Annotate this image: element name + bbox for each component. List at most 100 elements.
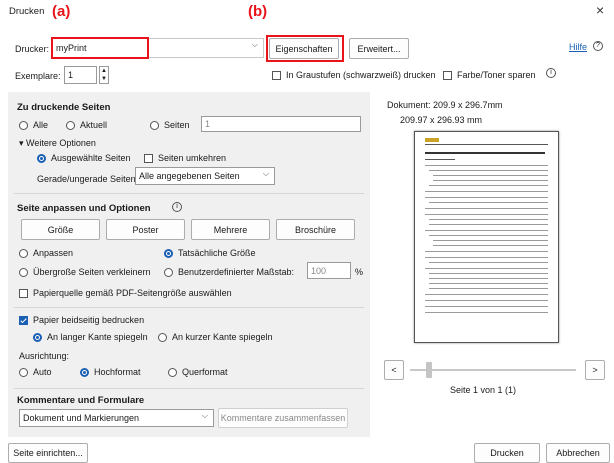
page-slider[interactable] <box>410 362 576 378</box>
pdf-paper-checkbox[interactable] <box>19 289 28 298</box>
preview-text-line <box>429 202 548 203</box>
preview-text-line <box>425 268 548 269</box>
advanced-button[interactable]: Erweitert... <box>349 38 409 59</box>
save-ink-label: Farbe/Toner sparen <box>457 70 536 80</box>
preview-text-line <box>429 278 548 279</box>
preview-text-line <box>429 235 548 236</box>
page-preview <box>414 131 559 343</box>
slider-track <box>410 369 576 371</box>
fit-label: Anpassen <box>33 248 74 258</box>
pages-current-radio[interactable] <box>66 121 75 130</box>
custom-scale-radio[interactable] <box>164 268 173 277</box>
duplex-checkbox[interactable] <box>19 316 28 325</box>
size-button[interactable]: Größe <box>21 219 100 240</box>
short-edge-radio[interactable] <box>158 333 167 342</box>
help-link[interactable]: Hilfe <box>569 42 587 52</box>
preview-text-line <box>425 294 548 295</box>
pages-range-value: 1 <box>205 119 211 129</box>
preview-text-line <box>429 185 548 186</box>
scale-unit: % <box>355 267 364 277</box>
next-page-button[interactable]: > <box>585 360 605 380</box>
selected-pages-radio[interactable] <box>37 154 46 163</box>
summarize-comments-button: Kommentare zusammenfassen <box>218 408 348 428</box>
copies-label: Exemplare: <box>15 71 61 81</box>
comments-select[interactable]: Dokument und Markierungen <box>19 409 214 427</box>
selected-pages-label: Ausgewählte Seiten <box>51 153 131 163</box>
orientation-portrait-radio[interactable] <box>80 368 89 377</box>
preview-header-rule <box>425 144 548 145</box>
annotation-b: (b) <box>248 3 268 20</box>
preview-text-line <box>425 312 548 313</box>
pages-current-label: Aktuell <box>80 120 108 130</box>
copies-input[interactable]: 1 <box>64 66 97 84</box>
preview-text-line <box>429 288 548 289</box>
page-indicator: Seite 1 von 1 (1) <box>450 385 517 395</box>
help-icon[interactable]: ? <box>593 41 603 51</box>
orientation-portrait-label: Hochformat <box>94 367 141 377</box>
divider <box>14 307 364 308</box>
scale-input[interactable]: 100 <box>307 262 351 279</box>
preview-text-line <box>425 257 548 258</box>
preview-text-line <box>429 224 548 225</box>
preview-text-line <box>433 245 548 246</box>
preview-text-line <box>433 240 548 241</box>
reverse-pages-checkbox[interactable] <box>144 154 153 163</box>
orientation-landscape-radio[interactable] <box>168 368 177 377</box>
preview-title-line <box>425 152 545 154</box>
grayscale-label: In Graustufen (schwarzweiß) drucken <box>286 70 436 80</box>
orientation-auto-radio[interactable] <box>19 368 28 377</box>
long-edge-radio[interactable] <box>33 333 42 342</box>
pages-all-radio[interactable] <box>19 121 28 130</box>
preview-text-line <box>425 214 548 215</box>
cancel-button[interactable]: Abbrechen <box>546 443 610 463</box>
duplex-label: Papier beidseitig bedrucken <box>33 315 145 325</box>
shrink-label: Übergroße Seiten verkleinern <box>33 267 151 277</box>
divider <box>14 388 364 389</box>
printer-highlight <box>51 37 149 59</box>
booklet-button[interactable]: Broschüre <box>276 219 355 240</box>
copies-value: 1 <box>68 70 74 80</box>
short-edge-label: An kurzer Kante spiegeln <box>172 332 273 342</box>
comments-value: Dokument und Markierungen <box>23 413 140 423</box>
save-ink-checkbox[interactable] <box>443 71 452 80</box>
sizing-info-icon[interactable]: i <box>172 202 182 212</box>
slider-thumb[interactable] <box>426 362 432 378</box>
even-odd-select[interactable]: Alle angegebenen Seiten <box>135 167 275 185</box>
orientation-label: Ausrichtung: <box>19 351 70 361</box>
close-icon[interactable]: × <box>596 2 604 18</box>
orientation-landscape-label: Querformat <box>182 367 228 377</box>
window-title: Drucken <box>9 6 45 17</box>
preview-text-line <box>425 191 548 192</box>
copies-stepper[interactable]: ▲ ▼ <box>99 66 109 84</box>
grayscale-checkbox[interactable] <box>272 71 281 80</box>
print-button[interactable]: Drucken <box>474 443 540 463</box>
preview-text-line <box>425 208 548 209</box>
pages-all-label: Alle <box>33 120 49 130</box>
fit-radio[interactable] <box>19 249 28 258</box>
poster-button[interactable]: Poster <box>106 219 185 240</box>
preview-text-line <box>429 219 548 220</box>
actual-size-label: Tatsächliche Größe <box>178 248 256 258</box>
pages-range-radio[interactable] <box>150 121 159 130</box>
long-edge-label: An langer Kante spiegeln <box>47 332 148 342</box>
page-size: 209.97 x 296.93 mm <box>400 115 483 125</box>
prev-page-button[interactable]: < <box>384 360 404 380</box>
preview-text-line <box>429 273 548 274</box>
info-icon[interactable]: i <box>546 68 556 78</box>
preview-text-line <box>433 180 548 181</box>
document-size: Dokument: 209.9 x 296.7mm <box>387 100 503 110</box>
pages-range-label: Seiten <box>164 120 190 130</box>
pages-range-input[interactable]: 1 <box>201 116 361 132</box>
preview-text-line <box>429 262 548 263</box>
scale-value: 100 <box>311 265 327 276</box>
preview-text-line <box>425 251 548 252</box>
actual-size-radio[interactable] <box>164 249 173 258</box>
page-setup-button[interactable]: Seite einrichten... <box>8 443 88 463</box>
preview-subheading-line <box>425 159 455 160</box>
shrink-radio[interactable] <box>19 268 28 277</box>
more-options-toggle[interactable]: ▾ Weitere Optionen <box>19 138 96 149</box>
preview-text-line <box>425 300 548 301</box>
multiple-button[interactable]: Mehrere <box>191 219 270 240</box>
divider <box>14 193 364 194</box>
orientation-auto-label: Auto <box>33 367 52 377</box>
